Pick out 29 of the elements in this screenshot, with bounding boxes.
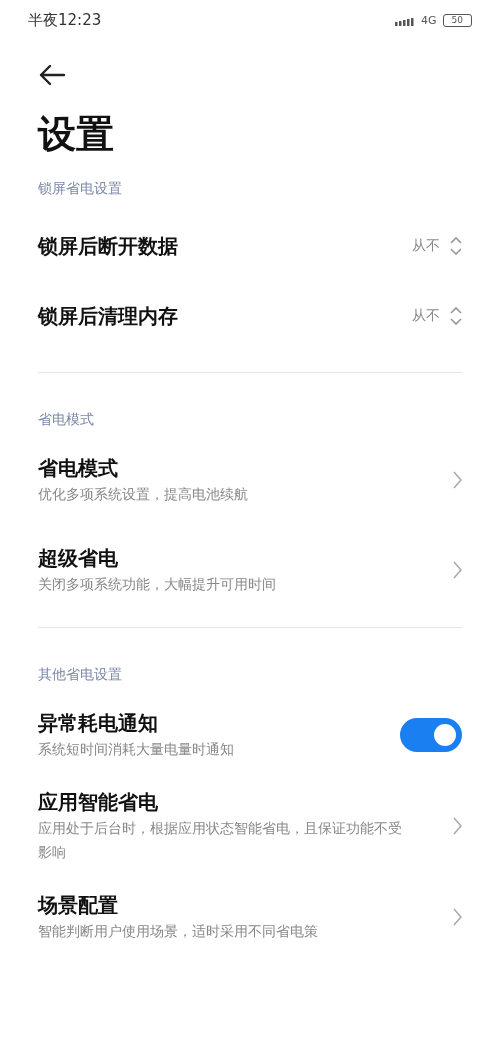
setting-label: 场景配置 [38, 892, 119, 919]
section-header: 省电模式 [38, 410, 95, 429]
setting-label: 锁屏后断开数据 [38, 233, 179, 260]
page-title: 设置 [38, 111, 115, 158]
setting-description: 智能判断用户使用场景，适时采用不同省电策 [38, 922, 319, 941]
setting-description: 系统短时间消耗大量电量时通知 [38, 740, 235, 759]
battery-indicator: 50 [442, 13, 472, 27]
setting-description: 应用处于后台时，根据应用状态智能省电，且保证功能不受影响 [38, 819, 403, 862]
section-header: 其他省电设置 [38, 665, 123, 684]
setting-value[interactable]: 从不 [412, 307, 440, 325]
setting-label: 应用智能省电 [38, 789, 159, 816]
status-time: 半夜12:23 [28, 10, 102, 30]
chevron-right-icon[interactable] [453, 471, 462, 489]
setting-label: 超级省电 [38, 545, 119, 572]
section-header: 锁屏省电设置 [38, 179, 123, 198]
setting-label: 异常耗电通知 [38, 710, 159, 737]
network-type: 4G [421, 13, 437, 27]
setting-label: 锁屏后清理内存 [38, 303, 179, 330]
up-down-chevron-icon[interactable] [450, 306, 462, 326]
back-arrow-icon[interactable] [38, 64, 66, 86]
setting-value[interactable]: 从不 [412, 237, 440, 255]
setting-description: 优化多项系统设置，提高电池续航 [38, 485, 249, 504]
toggle-switch[interactable] [400, 718, 462, 752]
chevron-right-icon[interactable] [453, 908, 462, 926]
setting-description: 关闭多项系统功能，大幅提升可用时间 [38, 575, 277, 594]
chevron-right-icon[interactable] [453, 561, 462, 579]
up-down-chevron-icon[interactable] [450, 236, 462, 256]
setting-label: 省电模式 [38, 455, 119, 482]
chevron-right-icon[interactable] [453, 817, 462, 835]
